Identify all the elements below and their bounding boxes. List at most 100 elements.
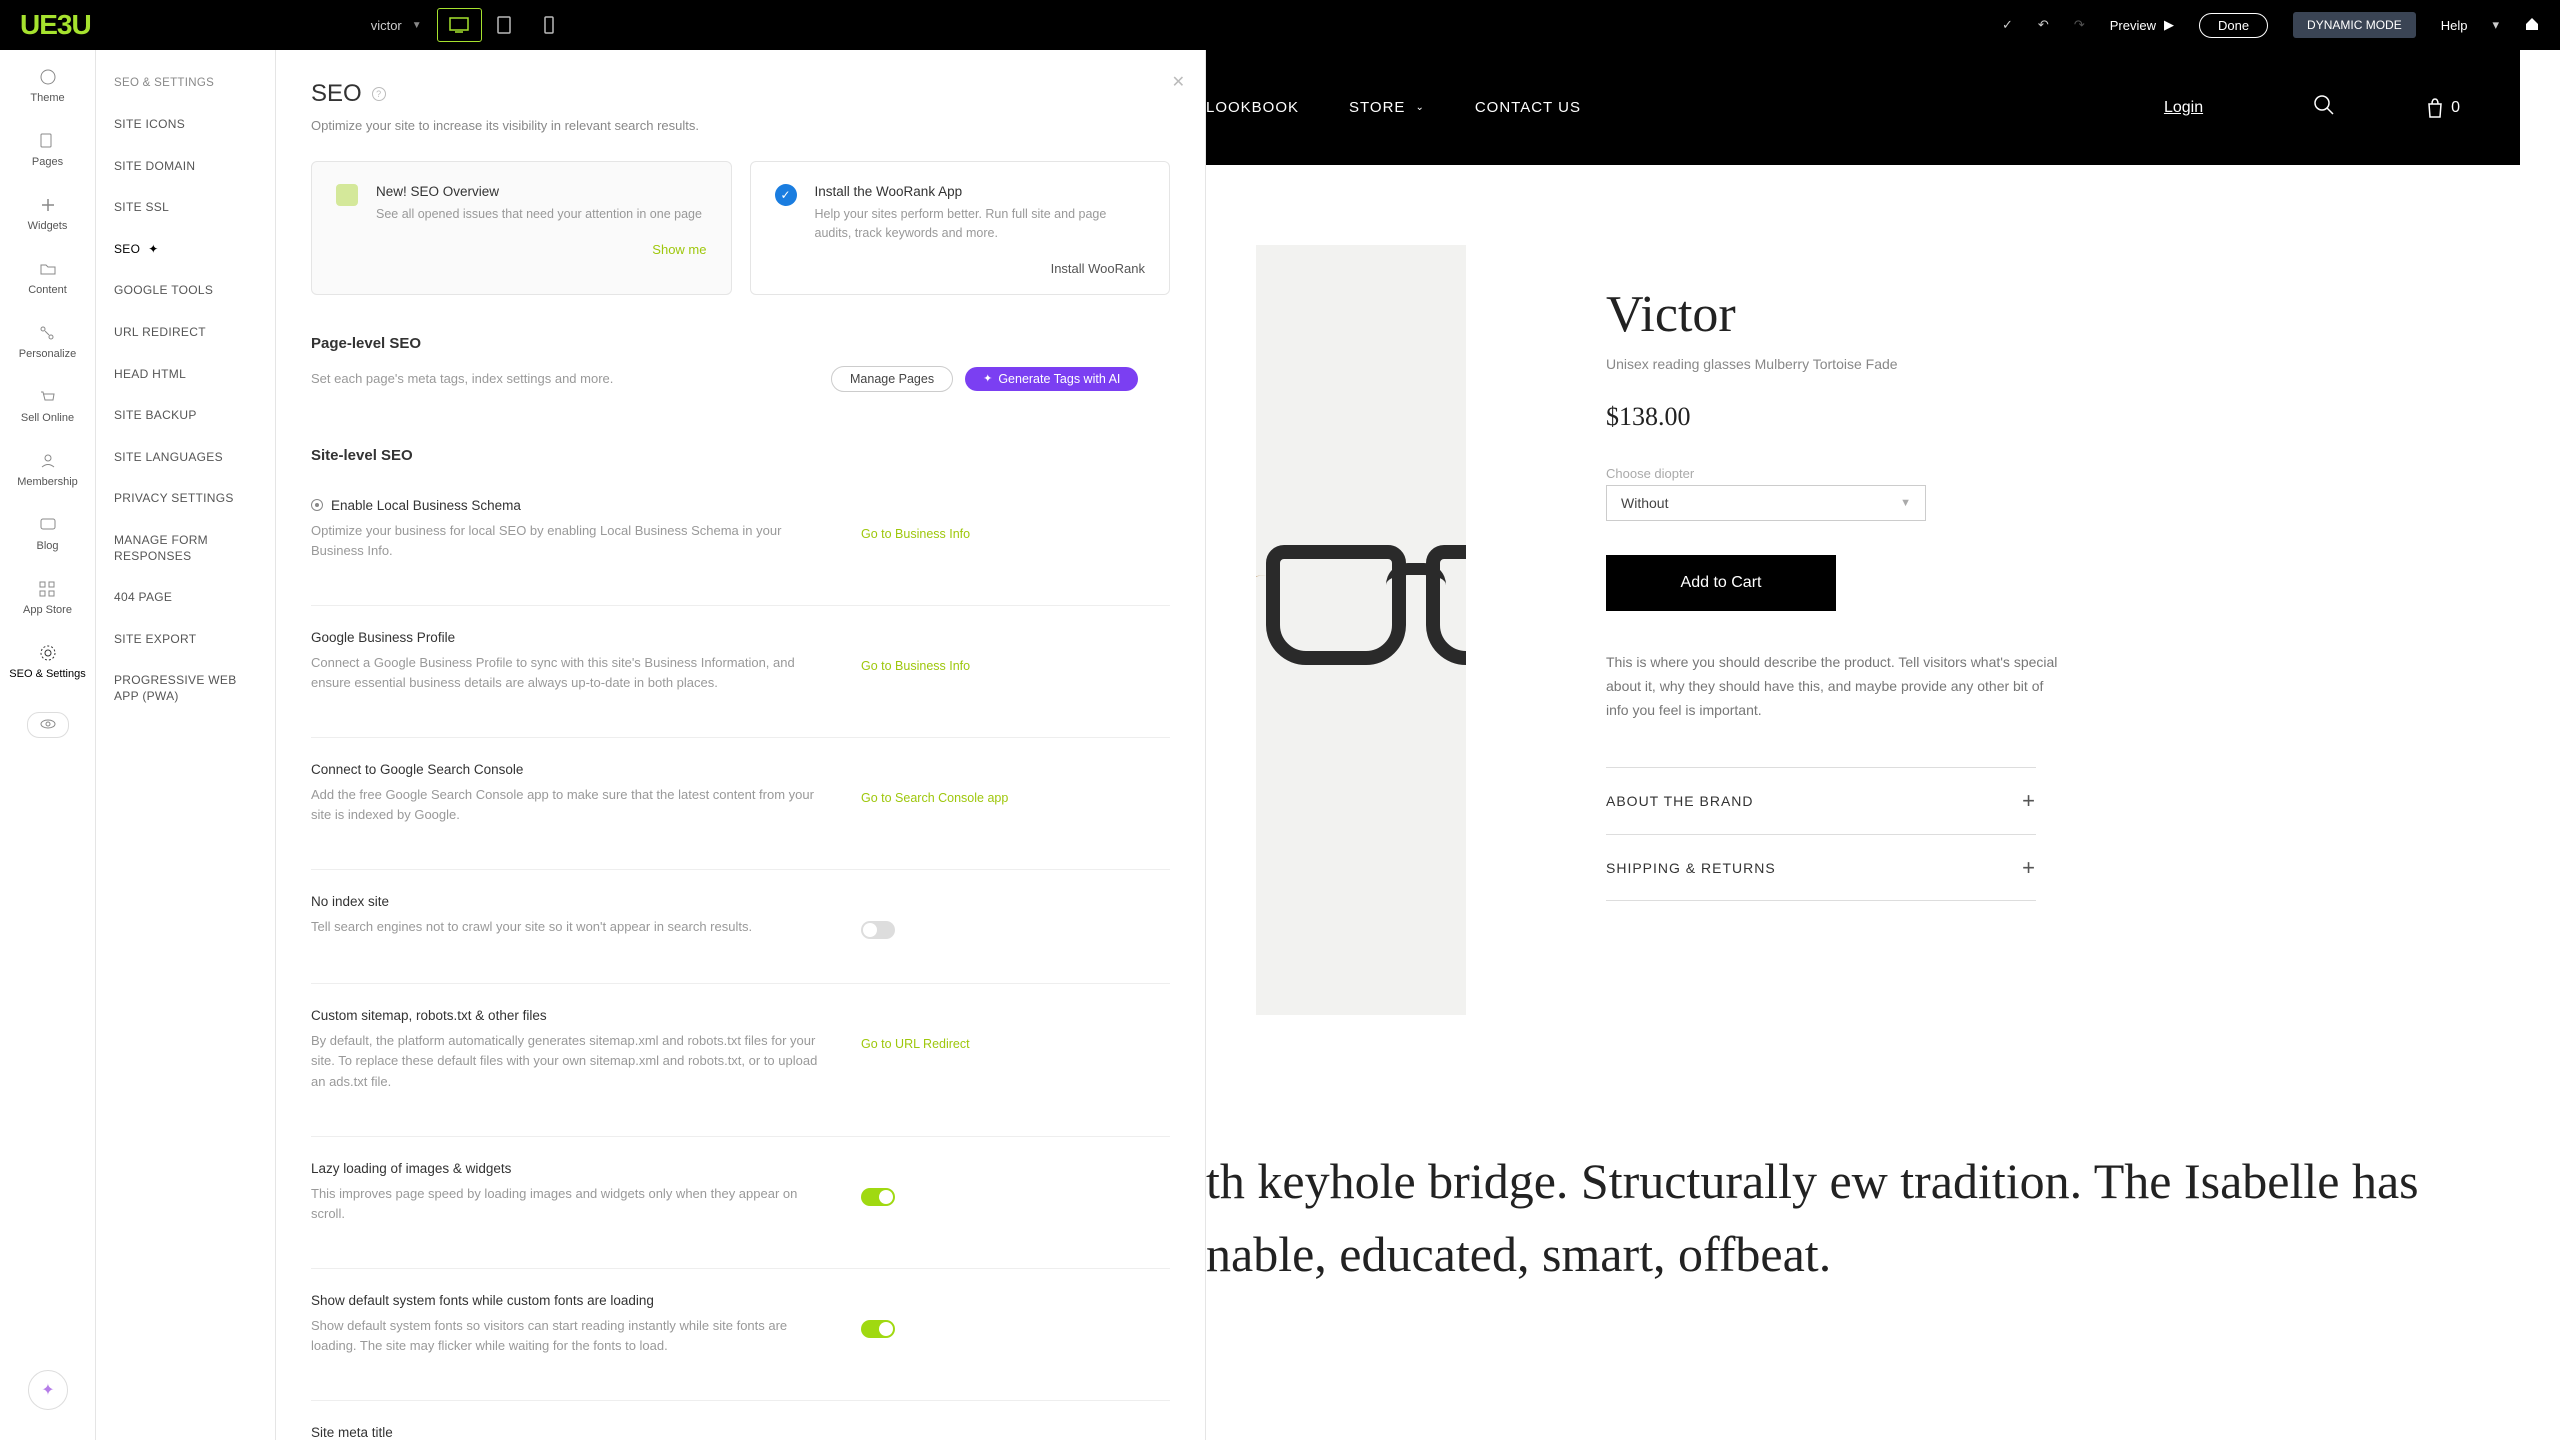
eye-icon	[40, 719, 56, 729]
device-tablet-button[interactable]	[482, 8, 527, 42]
meta-title-title: Site meta title	[311, 1425, 1170, 1440]
login-link[interactable]: Login	[2164, 99, 2203, 117]
manage-pages-button[interactable]: Manage Pages	[831, 366, 953, 392]
card-desc: Help your sites perform better. Run full…	[815, 205, 1146, 243]
diopter-select[interactable]: Without ▼	[1606, 485, 1926, 521]
accordion-about-brand[interactable]: ABOUT THE BRAND+	[1606, 768, 2036, 834]
rail-membership[interactable]: Membership	[17, 452, 78, 488]
nav-seo[interactable]: SEO✦	[96, 229, 275, 271]
diopter-label: Choose diopter	[1606, 466, 2066, 481]
home-icon[interactable]	[2524, 16, 2540, 35]
rail-widgets[interactable]: Widgets	[28, 196, 68, 232]
device-desktop-button[interactable]	[437, 8, 482, 42]
rail-content[interactable]: Content	[28, 260, 67, 296]
rail-label: Theme	[30, 92, 64, 104]
user-icon	[39, 452, 57, 470]
dynamic-mode-badge[interactable]: DYNAMIC MODE	[2293, 12, 2416, 38]
rail-blog[interactable]: Blog	[36, 516, 58, 552]
preview-button[interactable]: Preview ▶	[2110, 17, 2174, 33]
select-value: Without	[1621, 495, 1668, 511]
go-business-info-link[interactable]: Go to Business Info	[861, 527, 970, 541]
product-image	[1256, 245, 1466, 1015]
info-icon[interactable]: ?	[372, 87, 386, 101]
nav-form-responses[interactable]: MANAGE FORM RESPONSES	[96, 520, 275, 577]
rail-personalize[interactable]: Personalize	[19, 324, 76, 360]
card-title: New! SEO Overview	[376, 184, 702, 199]
rail-app-store[interactable]: App Store	[23, 580, 72, 616]
nav-site-ssl[interactable]: SITE SSL	[96, 187, 275, 229]
nav-site-languages[interactable]: SITE LANGUAGES	[96, 437, 275, 479]
panel-subtitle: Optimize your site to increase its visib…	[311, 118, 1170, 133]
nav-pwa[interactable]: PROGRESSIVE WEB APP (PWA)	[96, 660, 275, 717]
nav-site-domain[interactable]: SITE DOMAIN	[96, 146, 275, 188]
rail-label: Membership	[17, 476, 78, 488]
install-woorank-link[interactable]: Install WooRank	[1051, 261, 1145, 276]
nav-site-icons[interactable]: SITE ICONS	[96, 104, 275, 146]
chevron-down-icon: ⌄	[1415, 102, 1424, 113]
rail-label: Pages	[32, 156, 63, 168]
page-selector-label: victor	[371, 18, 402, 33]
redo-icon[interactable]: ↷	[2074, 17, 2085, 33]
nav-url-redirect[interactable]: URL REDIRECT	[96, 312, 275, 354]
rail-label: Widgets	[28, 220, 68, 232]
rail-label: Personalize	[19, 348, 76, 360]
logo: UE3U	[20, 9, 91, 41]
undo-icon[interactable]: ↶	[2038, 17, 2049, 33]
nav-label: SEO	[114, 242, 140, 258]
panel-title: SEO?	[311, 80, 1170, 108]
device-mobile-button[interactable]	[527, 8, 572, 42]
cart-button[interactable]: 0	[2425, 97, 2460, 119]
fonts-title: Show default system fonts while custom f…	[311, 1293, 1170, 1308]
visibility-toggle[interactable]	[27, 712, 69, 738]
lazy-desc: This improves page speed by loading imag…	[311, 1184, 831, 1224]
noindex-title: No index site	[311, 894, 1170, 909]
rail-seo-settings[interactable]: SEO & Settings	[9, 644, 85, 680]
nav-head-html[interactable]: HEAD HTML	[96, 354, 275, 396]
rail-label: App Store	[23, 604, 72, 616]
rail-label: Blog	[36, 540, 58, 552]
go-business-info-link-2[interactable]: Go to Business Info	[861, 659, 970, 673]
woorank-card: ✓ Install the WooRank App Help your site…	[750, 161, 1171, 295]
rail-label: SEO & Settings	[9, 668, 85, 680]
product-subtitle: Unisex reading glasses Mulberry Tortoise…	[1606, 356, 2066, 372]
rail-sell-online[interactable]: Sell Online	[21, 388, 74, 424]
plus-icon	[39, 196, 57, 214]
nav-store[interactable]: STORE⌄	[1349, 99, 1425, 116]
chevron-down-icon[interactable]: ▾	[2492, 17, 2499, 33]
fonts-toggle[interactable]	[861, 1320, 895, 1338]
accordion-shipping[interactable]: SHIPPING & RETURNS+	[1606, 834, 2036, 900]
search-icon[interactable]	[2313, 94, 2335, 122]
noindex-toggle[interactable]	[861, 921, 895, 939]
lazy-toggle[interactable]	[861, 1188, 895, 1206]
cart-count: 0	[2451, 99, 2460, 117]
go-url-redirect-link[interactable]: Go to URL Redirect	[861, 1037, 970, 1051]
add-to-cart-button[interactable]: Add to Cart	[1606, 555, 1836, 611]
go-search-console-link[interactable]: Go to Search Console app	[861, 791, 1008, 805]
show-me-link[interactable]: Show me	[652, 242, 706, 257]
button-label: Generate Tags with AI	[998, 372, 1120, 386]
nav-site-backup[interactable]: SITE BACKUP	[96, 395, 275, 437]
help-link[interactable]: Help	[2441, 18, 2468, 33]
check-icon[interactable]: ✓	[2002, 17, 2013, 33]
nav-contact[interactable]: CONTACT US	[1475, 99, 1581, 116]
nav-lookbook[interactable]: LOOKBOOK	[1206, 99, 1299, 116]
page-selector[interactable]: victor ▼	[371, 18, 437, 33]
generate-tags-ai-button[interactable]: ✦Generate Tags with AI	[965, 367, 1138, 391]
theme-icon	[39, 68, 57, 86]
card-title: Install the WooRank App	[815, 184, 1146, 199]
rail-pages[interactable]: Pages	[32, 132, 63, 168]
chevron-down-icon: ▼	[1900, 497, 1911, 509]
pages-icon	[38, 132, 56, 150]
nav-privacy[interactable]: PRIVACY SETTINGS	[96, 478, 275, 520]
nav-site-export[interactable]: SITE EXPORT	[96, 619, 275, 661]
nav-404[interactable]: 404 PAGE	[96, 577, 275, 619]
nav-google-tools[interactable]: GOOGLE TOOLS	[96, 270, 275, 312]
target-icon	[311, 499, 323, 511]
play-icon: ▶	[2164, 17, 2174, 33]
mobile-icon	[544, 16, 554, 34]
rail-theme[interactable]: Theme	[30, 68, 64, 104]
ai-fab-button[interactable]: ✦	[28, 1370, 68, 1410]
close-icon[interactable]: ✕	[1172, 72, 1185, 92]
local-schema-desc: Optimize your business for local SEO by …	[311, 521, 831, 561]
done-button[interactable]: Done	[2199, 13, 2268, 38]
